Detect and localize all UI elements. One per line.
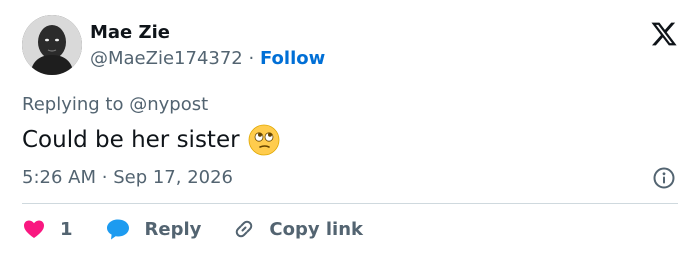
reply-context: Replying to @nypost [22, 94, 208, 116]
timestamp-date: Sep 17, 2026 [113, 167, 234, 188]
avatar[interactable] [22, 15, 82, 75]
like-button[interactable]: 1 [22, 217, 73, 241]
follow-button[interactable]: Follow [260, 48, 325, 69]
author-name[interactable]: Mae Zie [90, 22, 170, 44]
author-handle-row: @MaeZie174372 · Follow [90, 48, 325, 70]
tweet-text: Could be her sister [22, 127, 240, 153]
info-icon[interactable] [652, 166, 676, 190]
timestamp-separator: · [101, 167, 108, 188]
x-logo-icon[interactable] [650, 20, 678, 48]
avatar-photo [22, 15, 82, 75]
copy-link-label: Copy link [269, 218, 363, 240]
rolling-eyes-emoji-icon [248, 124, 280, 156]
tweet-body: Could be her sister [22, 124, 280, 156]
reply-button[interactable]: Reply [105, 217, 202, 241]
like-count: 1 [60, 218, 73, 240]
tweet-embed-card: Mae Zie @MaeZie174372 · Follow Replying … [0, 0, 700, 256]
reply-mention[interactable]: @nypost [129, 94, 208, 115]
copy-link-button[interactable]: Copy link [231, 217, 363, 241]
link-icon [236, 220, 253, 238]
reply-prefix: Replying to [22, 94, 124, 115]
action-bar: 1 Reply Copy link [22, 214, 363, 244]
reply-label: Reply [144, 218, 202, 240]
timestamp-time: 5:26 AM [22, 167, 96, 188]
divider [22, 203, 678, 204]
heart-icon [24, 220, 44, 238]
handle-separator: · [248, 48, 255, 69]
tweet-timestamp[interactable]: 5:26 AM · Sep 17, 2026 [22, 167, 233, 189]
speech-bubble-icon [106, 219, 129, 240]
author-handle[interactable]: @MaeZie174372 [90, 48, 243, 69]
